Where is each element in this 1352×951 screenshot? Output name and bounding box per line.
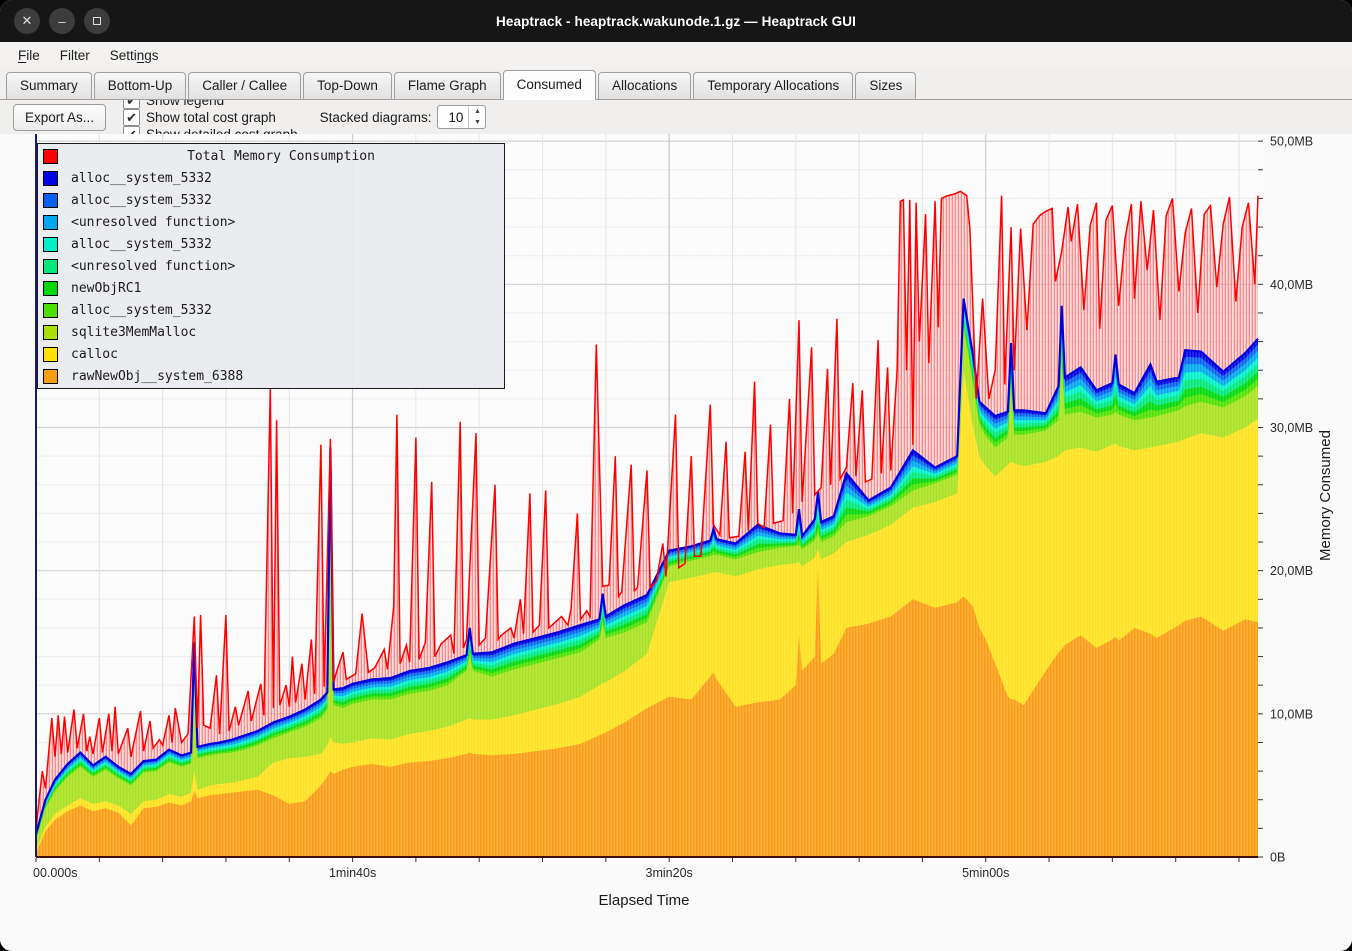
legend-swatch <box>43 259 58 274</box>
legend-row: sqlite3MemMalloc <box>38 321 504 343</box>
legend-label: <unresolved function> <box>71 215 235 230</box>
stepper-down-icon[interactable]: ▼ <box>469 117 485 128</box>
legend-row: <unresolved function> <box>38 211 504 233</box>
legend-swatch <box>43 215 58 230</box>
legend-swatch <box>43 171 58 186</box>
legend-label: sqlite3MemMalloc <box>71 325 196 340</box>
legend-label: newObjRC1 <box>71 281 141 296</box>
legend-row: calloc <box>38 343 504 365</box>
legend-label: calloc <box>71 347 118 362</box>
tab-top-down[interactable]: Top-Down <box>303 72 392 99</box>
chart-legend[interactable]: Total Memory Consumption alloc__system_53… <box>37 143 505 389</box>
stepper-up-icon[interactable]: ▲ <box>469 106 485 117</box>
legend-row: newObjRC1 <box>38 277 504 299</box>
legend-row: alloc__system_5332 <box>38 233 504 255</box>
maximize-square <box>93 17 101 25</box>
legend-row: rawNewObj__system_6388 <box>38 365 504 387</box>
tab-flame-graph[interactable]: Flame Graph <box>394 72 501 99</box>
menu-bar: FileFilterSettings <box>0 42 1352 69</box>
x-tick-label: 1min40s <box>329 866 376 880</box>
legend-row: alloc__system_5332 <box>38 167 504 189</box>
y-axis-title: Memory Consumed <box>1317 430 1334 561</box>
legend-label: alloc__system_5332 <box>71 303 212 318</box>
legend-row: <unresolved function> <box>38 255 504 277</box>
tab-caller-callee[interactable]: Caller / Callee <box>188 72 301 99</box>
legend-row: alloc__system_5332 <box>38 299 504 321</box>
legend-swatch <box>43 281 58 296</box>
checkbox-label: Show total cost graph <box>146 110 276 125</box>
legend-title-row: Total Memory Consumption <box>38 145 504 167</box>
x-tick-label: 3min20s <box>646 866 693 880</box>
maximize-icon[interactable] <box>84 8 110 34</box>
legend-swatch <box>43 193 58 208</box>
x-tick-label: 5min00s <box>962 866 1009 880</box>
export-as-button[interactable]: Export As... <box>13 104 106 131</box>
y-tick-label: 40,0MB <box>1270 278 1313 292</box>
stacked-diagrams-value[interactable]: 10 <box>438 106 468 128</box>
legend-label: <unresolved function> <box>71 259 235 274</box>
checkbox-icon[interactable]: ✔ <box>123 109 140 126</box>
y-tick-label: 30,0MB <box>1270 421 1313 435</box>
legend-label: Total Memory Consumption <box>58 149 504 164</box>
tab-summary[interactable]: Summary <box>6 72 92 99</box>
tab-bottom-up[interactable]: Bottom-Up <box>94 72 187 99</box>
consumed-chart-pane: 00.000s 1min40s 3min20s 5min00s 0B 10,0MB 20,0… <box>0 134 1352 951</box>
tab-allocations[interactable]: Allocations <box>598 72 691 99</box>
legend-label: alloc__system_5332 <box>71 237 212 252</box>
x-axis-title: Elapsed Time <box>599 892 690 909</box>
legend-label: alloc__system_5332 <box>71 193 212 208</box>
tab-temporary-allocations[interactable]: Temporary Allocations <box>693 72 853 99</box>
tab-bar: SummaryBottom-UpCaller / CalleeTop-DownF… <box>0 69 1352 100</box>
close-icon[interactable]: ✕ <box>14 8 40 34</box>
window-controls: ✕ – <box>14 0 110 42</box>
y-tick-label: 20,0MB <box>1270 564 1313 578</box>
legend-swatch <box>43 237 58 252</box>
legend-label: alloc__system_5332 <box>71 171 212 186</box>
tab-sizes[interactable]: Sizes <box>855 72 916 99</box>
legend-swatch <box>43 325 58 340</box>
y-tick-label: 0B <box>1270 851 1285 865</box>
legend-swatch <box>43 303 58 318</box>
heaptrack-window: ✕ – Heaptrack - heaptrack.wakunode.1.gz … <box>0 0 1352 951</box>
legend-swatch <box>43 369 58 384</box>
legend-swatch <box>43 149 58 164</box>
y-tick-label: 10,0MB <box>1270 707 1313 721</box>
menu-file[interactable]: File <box>8 45 50 66</box>
window-title: Heaptrack - heaptrack.wakunode.1.gz — He… <box>0 14 1352 29</box>
stacked-diagrams-stepper[interactable]: 10 ▲ ▼ <box>437 105 486 129</box>
minimize-icon[interactable]: – <box>49 8 75 34</box>
checkbox-show-total-cost-graph[interactable]: ✔ Show total cost graph <box>123 109 298 126</box>
menu-filter[interactable]: Filter <box>50 45 100 66</box>
legend-swatch <box>43 347 58 362</box>
stacked-diagrams-label: Stacked diagrams: <box>320 110 432 125</box>
y-tick-label: 50,0MB <box>1270 135 1313 149</box>
x-tick-label: 00.000s <box>33 866 77 880</box>
tab-consumed[interactable]: Consumed <box>503 70 596 100</box>
stepper-arrows[interactable]: ▲ ▼ <box>468 106 485 128</box>
legend-row: alloc__system_5332 <box>38 189 504 211</box>
legend-label: rawNewObj__system_6388 <box>71 369 243 384</box>
title-bar: ✕ – Heaptrack - heaptrack.wakunode.1.gz … <box>0 0 1352 42</box>
toolbar: Export As... ✔Show legend✔Show total cos… <box>0 100 1352 134</box>
menu-settings[interactable]: Settings <box>100 45 169 66</box>
